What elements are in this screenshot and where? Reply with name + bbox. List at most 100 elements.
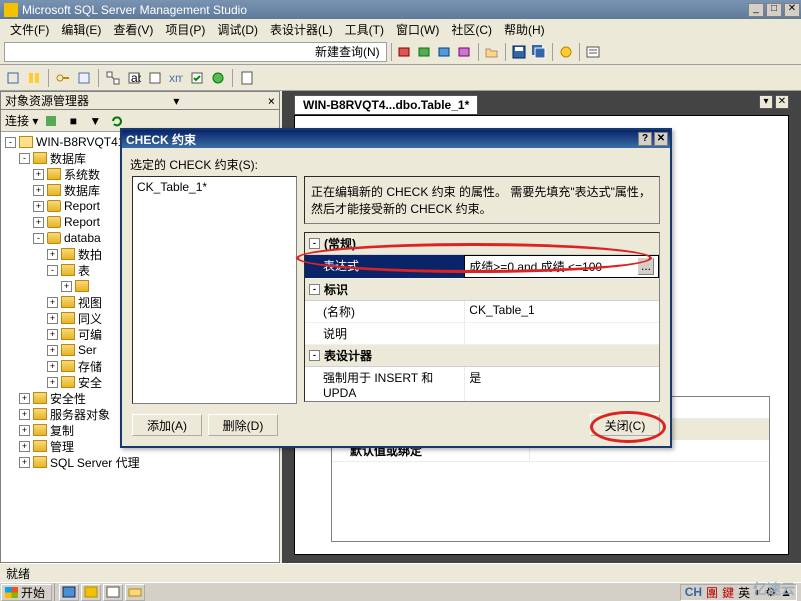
tree-expand-button[interactable]: - [47, 265, 58, 276]
new-query-label: 新建查询(N) [315, 43, 380, 60]
conn-btn-3[interactable]: ▼ [86, 112, 104, 130]
tb2-btn-spatial[interactable] [209, 69, 227, 87]
tree-expand-button[interactable]: + [19, 457, 30, 468]
tree-expand-button[interactable]: - [33, 233, 44, 244]
ime-char-icon[interactable]: 團 [706, 584, 718, 601]
tray-item-1[interactable]: ◐ [754, 585, 761, 599]
tb-btn-1[interactable] [396, 43, 414, 61]
ime-indicator-2[interactable]: 英 [738, 584, 750, 601]
tb-btn-4[interactable] [456, 43, 474, 61]
tree-expand-button[interactable]: + [47, 297, 58, 308]
expression-label[interactable]: 表达式 [305, 255, 464, 278]
doc-close-button[interactable]: ✕ [775, 95, 789, 109]
window-close-button[interactable]: ✕ [784, 3, 800, 17]
tb-saveall-button[interactable] [530, 43, 548, 61]
dialog-close-x-button[interactable]: ✕ [654, 132, 668, 146]
pane-close-button[interactable]: × [268, 94, 275, 108]
start-button[interactable]: 开始 [1, 584, 52, 601]
tree-expand-button[interactable]: - [5, 137, 16, 148]
tree-expand-button[interactable]: + [47, 249, 58, 260]
folder-icon [75, 280, 89, 292]
name-value[interactable]: CK_Table_1 [464, 301, 659, 322]
tb-list-button[interactable] [584, 43, 602, 61]
cat-td-exp[interactable]: - [309, 350, 320, 361]
tree-expand-button[interactable]: + [61, 281, 72, 292]
tb2-btn-7[interactable] [146, 69, 164, 87]
close-button[interactable]: 关闭(C) [590, 414, 660, 436]
taskbar-item-3[interactable] [103, 584, 123, 601]
tb-activity-button[interactable] [557, 43, 575, 61]
tree-expand-button[interactable]: + [33, 217, 44, 228]
dialog-help-button[interactable]: ? [638, 132, 652, 146]
document-tab[interactable]: WIN-B8RVQT4...dbo.Table_1* [294, 95, 478, 114]
tb2-btn-2[interactable] [25, 69, 43, 87]
db-icon [47, 200, 61, 212]
window-max-button[interactable]: □ [766, 3, 782, 17]
system-tray: CH 團 鍵 英 ◐ ⚙ ▲ [680, 584, 797, 601]
cat-identity-exp[interactable]: - [309, 284, 320, 295]
tb2-btn-check[interactable] [188, 69, 206, 87]
tree-node-label: 数拍 [78, 246, 102, 263]
taskbar-item-2[interactable] [81, 584, 101, 601]
tree-expand-button[interactable]: + [19, 441, 30, 452]
tb2-btn-1[interactable] [4, 69, 22, 87]
new-query-button[interactable]: 新建查询(N) [4, 42, 387, 62]
folder-icon [61, 296, 75, 308]
tray-item-2[interactable]: ⚙ [765, 585, 776, 599]
expression-value[interactable]: 成绩>=0 and 成绩 <=100 [469, 258, 638, 275]
tb2-btn-key[interactable] [54, 69, 72, 87]
tb-save-button[interactable] [510, 43, 528, 61]
td1-value[interactable]: 是 [464, 367, 659, 402]
tb-open-button[interactable] [483, 43, 501, 61]
ime-indicator-1[interactable]: CH [685, 585, 702, 599]
constraint-list-item[interactable]: CK_Table_1* [135, 179, 294, 195]
tree-expand-button[interactable]: - [19, 153, 30, 164]
doc-dropdown-button[interactable]: ▾ [759, 95, 773, 109]
tree-expand-button[interactable]: + [19, 425, 30, 436]
pane-dropdown-icon[interactable]: ▾ [173, 94, 179, 108]
tb-btn-3[interactable] [436, 43, 454, 61]
desc2-value[interactable] [464, 323, 659, 344]
tree-expand-button[interactable]: + [33, 169, 44, 180]
tree-expand-button[interactable]: + [47, 313, 58, 324]
window-min-button[interactable]: _ [748, 3, 764, 17]
expression-ellipsis-button[interactable]: ... [638, 258, 654, 275]
ime-char2-icon[interactable]: 鍵 [722, 584, 734, 601]
add-button[interactable]: 添加(A) [132, 414, 202, 436]
tree-expand-button[interactable]: + [19, 393, 30, 404]
folder-open-icon [485, 45, 499, 59]
tree-expand-button[interactable]: + [19, 409, 30, 420]
tray-item-3[interactable]: ▲ [780, 585, 792, 599]
menu-community[interactable]: 社区(C) [445, 19, 498, 40]
tree-expand-button[interactable]: + [47, 345, 58, 356]
tree-expand-button[interactable]: + [47, 329, 58, 340]
menu-tools[interactable]: 工具(T) [339, 19, 390, 40]
menu-window[interactable]: 窗口(W) [390, 19, 445, 40]
desc2-label: 说明 [305, 323, 464, 344]
tree-expand-button[interactable]: + [33, 185, 44, 196]
connect-button[interactable]: 连接 ▾ [5, 112, 38, 129]
tree-expand-button[interactable]: + [33, 201, 44, 212]
cat-general-exp[interactable]: - [309, 238, 320, 249]
menu-help[interactable]: 帮助(H) [498, 19, 551, 40]
taskbar-item-4[interactable] [125, 584, 145, 601]
conn-refresh-button[interactable] [108, 112, 126, 130]
tree-node-label: 管理 [50, 438, 74, 455]
tb2-btn-index[interactable]: ab [125, 69, 143, 87]
constraint-list[interactable]: CK_Table_1* [132, 176, 297, 404]
tree-node[interactable]: +SQL Server 代理 [5, 454, 279, 470]
tb2-btn-xml[interactable]: xml [167, 69, 185, 87]
tb-btn-2[interactable] [416, 43, 434, 61]
tree-expand-button[interactable]: + [47, 361, 58, 372]
conn-btn-1[interactable] [42, 112, 60, 130]
tree-expand-button[interactable]: + [47, 377, 58, 388]
conn-btn-2[interactable]: ■ [64, 112, 82, 130]
windows-flag-icon [5, 587, 18, 598]
tb2-btn-4[interactable] [75, 69, 93, 87]
tree-node-label: Report [64, 199, 100, 213]
delete-button[interactable]: 删除(D) [208, 414, 278, 436]
tb2-btn-rel[interactable] [104, 69, 122, 87]
tb2-btn-script[interactable] [238, 69, 256, 87]
constraint-property-grid[interactable]: -(常规) 表达式 成绩>=0 and 成绩 <=100... -标识 (名称)… [304, 232, 660, 402]
taskbar-item-1[interactable] [59, 584, 79, 601]
